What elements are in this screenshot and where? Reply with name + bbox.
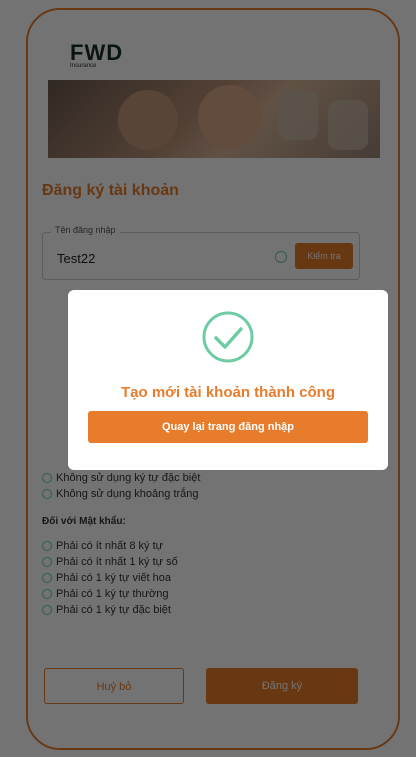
check-circle-icon [42, 573, 52, 583]
rule-item: Không sử dụng ký tự đặc biệt [42, 470, 200, 486]
logo-text: FWD [70, 40, 124, 65]
success-dialog: Tạo mới tài khoản thành công Quay lại tr… [68, 290, 388, 470]
valid-check-icon [275, 251, 287, 263]
register-button[interactable]: Đăng ký [206, 668, 358, 704]
check-circle-icon [42, 473, 52, 483]
check-circle-icon [42, 541, 52, 551]
username-label: Tên đăng nhập [51, 225, 120, 235]
page-title: Đăng ký tài khoản [42, 182, 179, 199]
rule-item: Phải có ít nhất 1 ký tự số [42, 554, 200, 570]
fwd-logo: FWD Insurance [70, 40, 124, 70]
rule-item: Phải có 1 ký tự thường [42, 586, 200, 602]
success-message: Tạo mới tài khoản thành công [120, 384, 335, 401]
check-circle-icon [42, 589, 52, 599]
rules-list: Không sử dụng ký tự đặc biệt Không sử dụ… [42, 470, 200, 618]
username-field[interactable]: Tên đăng nhập Test22 Kiểm tra [42, 225, 360, 280]
password-rules-heading: Đối với Mật khẩu: [42, 516, 126, 527]
cancel-button[interactable]: Huỷ bỏ [44, 668, 184, 704]
rule-item: Phải có 1 ký tự viết hoa [42, 570, 200, 586]
rule-item: Phải có 1 ký tự đặc biệt [42, 602, 200, 618]
check-circle-icon [42, 605, 52, 615]
rule-item: Không sử dụng khoảng trắng [42, 486, 200, 502]
header: FWD Insurance [28, 10, 398, 90]
check-username-button[interactable]: Kiểm tra [295, 243, 353, 269]
rule-item: Phải có ít nhất 8 ký tự [42, 538, 200, 554]
username-value: Test22 [57, 251, 96, 266]
check-circle-icon [42, 557, 52, 567]
check-circle-icon [42, 489, 52, 499]
back-to-login-button[interactable]: Quay lại trang đăng nhập [88, 411, 368, 443]
check-circle-icon [202, 311, 254, 363]
